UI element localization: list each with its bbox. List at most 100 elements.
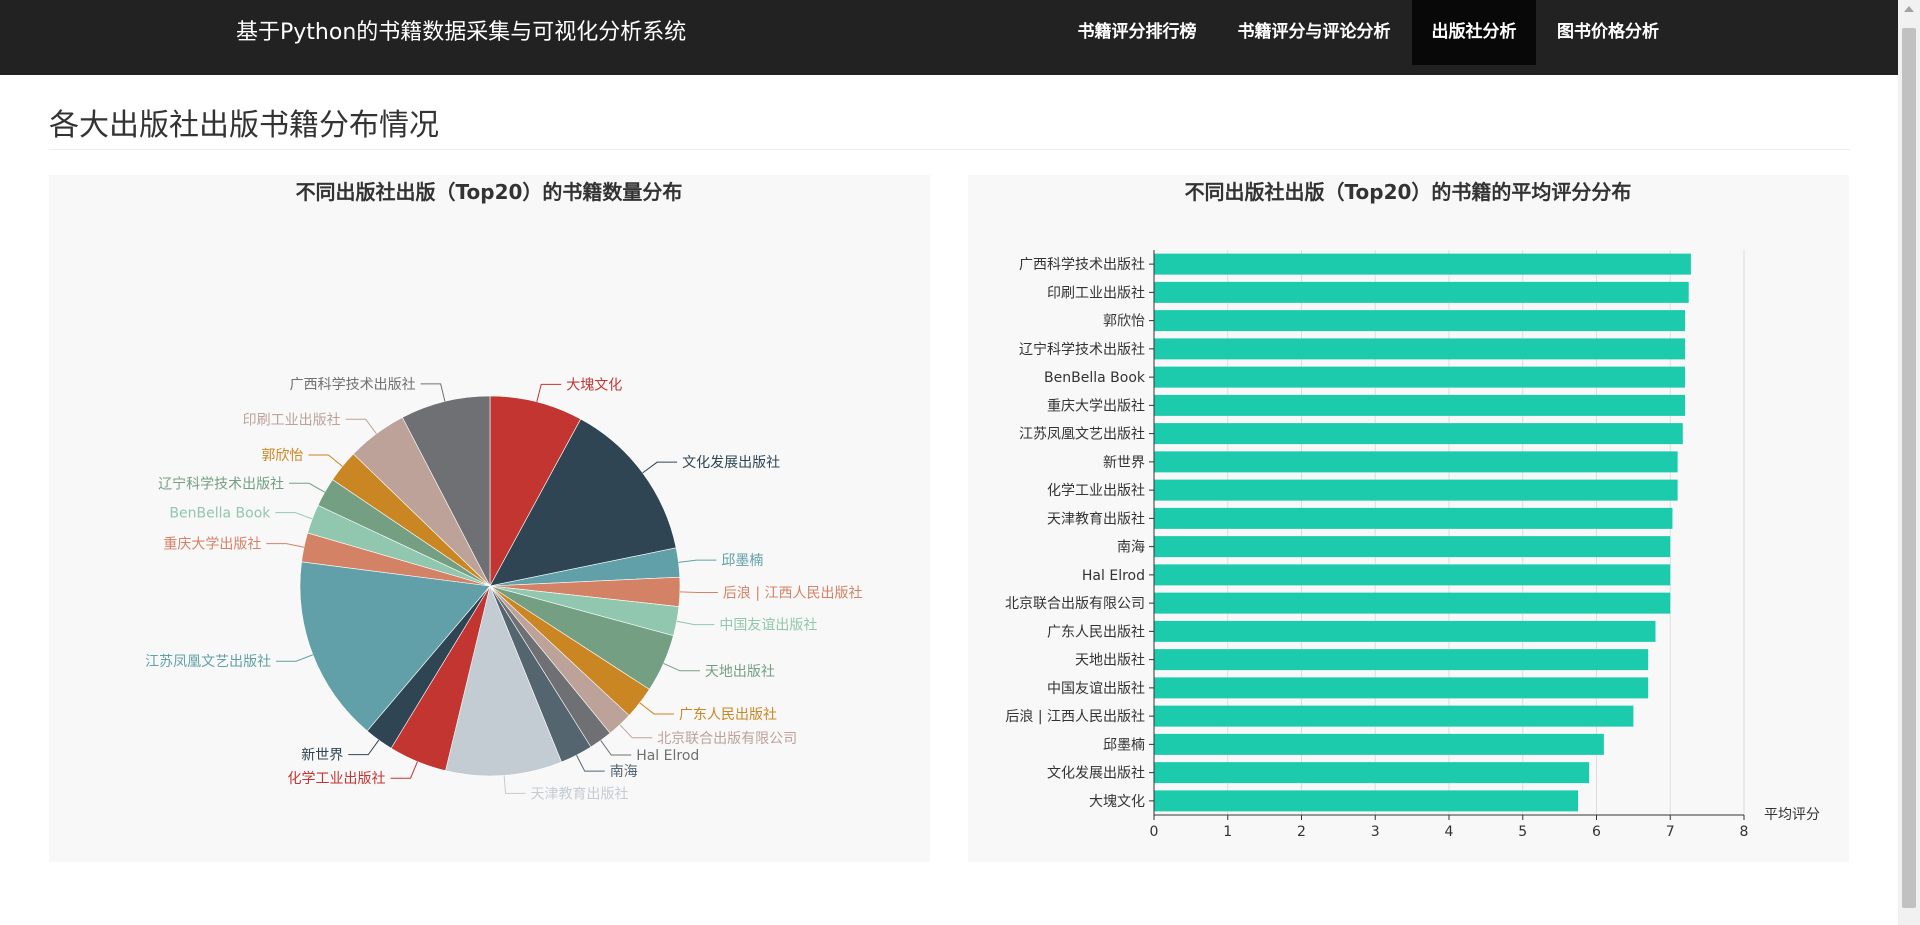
bar-x-tick-label: 1 — [1223, 824, 1232, 840]
pie-label-14: 重庆大学出版社 — [163, 537, 261, 553]
bar-6[interactable] — [1154, 423, 1683, 445]
scroll-up-arrow-icon[interactable] — [1904, 6, 1914, 12]
pie-label-line — [266, 543, 305, 548]
bar-category-label-1: 印刷工业出版社 — [1047, 285, 1145, 301]
bar-15[interactable] — [1154, 677, 1649, 699]
pie-label-line — [619, 724, 653, 739]
bar-category-label-14: 天地出版社 — [1075, 653, 1145, 669]
pie-label-line — [600, 740, 632, 756]
pie-label-0: 大塊文化 — [566, 377, 622, 393]
bar-category-label-15: 中国友谊出版社 — [1047, 681, 1145, 697]
bar-x-tick-label: 4 — [1445, 824, 1454, 840]
pie-label-10: 天津教育出版社 — [531, 786, 629, 802]
pie-label-12: 新世界 — [301, 748, 343, 764]
pie-label-line — [348, 739, 380, 756]
bar-9[interactable] — [1154, 507, 1673, 529]
bar-17[interactable] — [1154, 733, 1604, 755]
pie-label-line — [576, 754, 605, 772]
pie-label-benbella-book: BenBella Book — [169, 506, 271, 522]
pie-label-line — [289, 482, 326, 493]
pie-label-5: 天地出版社 — [705, 664, 775, 680]
bar-x-tick-label: 3 — [1371, 824, 1380, 840]
bar-category-label-18: 文化发展出版社 — [1047, 766, 1145, 782]
bar-14[interactable] — [1154, 649, 1649, 671]
bar-chart-panel: 不同出版社出版（Top20）的书籍的平均评分分布 0 1 2 3 4 5 6 7 8 广西科学技术… — [968, 175, 1849, 862]
bar-category-label-19: 大塊文化 — [1089, 794, 1145, 810]
pie-label-line — [390, 761, 418, 779]
bar-3[interactable] — [1154, 338, 1685, 360]
bar-category-label-5: 重庆大学出版社 — [1047, 398, 1145, 414]
bar-x-axis-label: 平均评分 — [1764, 807, 1820, 823]
pie-label-line — [308, 454, 343, 467]
bar-chart-title: 不同出版社出版（Top20）的书籍的平均评分分布 — [1185, 180, 1632, 204]
bar-0[interactable] — [1154, 253, 1691, 275]
bar-benbella-book[interactable] — [1154, 366, 1685, 388]
pie-label-6: 广东人民出版社 — [679, 707, 777, 723]
pie-label-line — [503, 775, 526, 794]
pie-label-17: 郭欣怡 — [261, 447, 303, 464]
bar-x-tick-label: 0 — [1150, 824, 1159, 840]
nav-item-rating-review-analysis[interactable]: 书籍评分与评论分析 — [1216, 0, 1412, 65]
bar-19[interactable] — [1154, 790, 1579, 812]
bar-1[interactable] — [1154, 281, 1689, 303]
pie-label-9: 南海 — [610, 764, 638, 780]
bar-10[interactable] — [1154, 536, 1671, 558]
pie-label-4: 中国友谊出版社 — [719, 618, 817, 634]
pie-label-line — [663, 663, 700, 672]
navbar: 基于Python的书籍数据采集与可视化分析系统 书籍评分排行榜 书籍评分与评论分… — [0, 0, 1898, 75]
pie-label-line — [676, 620, 715, 626]
bar-category-label-13: 广东人民出版社 — [1047, 624, 1145, 640]
bar-12[interactable] — [1154, 592, 1671, 614]
bar-category-label-hal-elrod: Hal Elrod — [1082, 568, 1145, 584]
bar-13[interactable] — [1154, 620, 1656, 642]
pie-chart-panel: 不同出版社出版（Top20）的书籍数量分布 大塊文化 文化发展出版社 邱墨楠 后浪 |… — [49, 175, 930, 862]
bar-5[interactable] — [1154, 394, 1685, 416]
scrollbar-thumb[interactable] — [1902, 28, 1916, 908]
pie-label-18: 印刷工业出版社 — [243, 412, 341, 428]
pie-label-line — [536, 383, 562, 402]
bar-category-label-7: 新世界 — [1103, 455, 1145, 471]
bar-category-label-12: 北京联合出版有限公司 — [1005, 596, 1145, 612]
bar-x-tick-label: 8 — [1740, 824, 1749, 840]
bar-category-label-3: 辽宁科学技术出版社 — [1019, 341, 1145, 358]
pie-label-7: 北京联合出版有限公司 — [657, 731, 797, 747]
bar-x-tick-label: 7 — [1666, 824, 1675, 840]
pie-label-line — [678, 559, 717, 563]
nav-item-book-rating-ranking[interactable]: 书籍评分排行榜 — [1058, 0, 1216, 65]
bar-category-label-2: 郭欣怡 — [1103, 313, 1145, 330]
pie-label-line — [275, 512, 313, 520]
bar-category-label-16: 后浪 | 江西人民出版社 — [1005, 709, 1145, 725]
pie-label-11: 化学工业出版社 — [288, 771, 386, 787]
page-title: 各大出版社出版书籍分布情况 — [49, 108, 439, 143]
bar-category-label-0: 广西科学技术出版社 — [1019, 257, 1145, 273]
pie-label-16: 辽宁科学技术出版社 — [158, 475, 284, 492]
pie-label-3: 后浪 | 江西人民出版社 — [723, 585, 863, 601]
bar-8[interactable] — [1154, 479, 1678, 501]
pie-label-2: 邱墨楠 — [721, 553, 763, 569]
pie-label-line — [642, 461, 678, 474]
pie-label-1: 文化发展出版社 — [682, 455, 780, 471]
bar-2[interactable] — [1154, 310, 1685, 332]
bar-category-label-17: 邱墨楠 — [1103, 737, 1145, 753]
bar-category-label-benbella-book: BenBella Book — [1044, 370, 1146, 386]
pie-label-line — [420, 383, 446, 402]
bar-category-label-9: 天津教育出版社 — [1047, 511, 1145, 527]
bar-chart: 不同出版社出版（Top20）的书籍的平均评分分布 0 1 2 3 4 5 6 7 8 广西科学技术… — [1005, 180, 1820, 840]
nav-item-publisher-analysis[interactable]: 出版社分析 — [1412, 0, 1536, 65]
bar-18[interactable] — [1154, 762, 1590, 784]
title-divider — [49, 149, 1850, 150]
bar-16[interactable] — [1154, 705, 1634, 727]
pie-label-line — [276, 654, 314, 662]
app-brand[interactable]: 基于Python的书籍数据采集与可视化分析系统 — [236, 0, 686, 75]
nav-item-book-price-analysis[interactable]: 图书价格分析 — [1536, 0, 1680, 65]
bar-category-label-6: 江苏凤凰文艺出版社 — [1019, 427, 1145, 443]
bar-category-label-10: 南海 — [1117, 540, 1145, 556]
bar-x-tick-label: 5 — [1518, 824, 1527, 840]
scrollbar[interactable] — [1898, 0, 1920, 925]
bar-hal-elrod[interactable] — [1154, 564, 1671, 586]
bar-x-tick-label: 6 — [1592, 824, 1601, 840]
bar-category-label-8: 化学工业出版社 — [1047, 483, 1145, 499]
pie-label-line — [345, 418, 377, 434]
bar-7[interactable] — [1154, 451, 1678, 473]
pie-chart: 不同出版社出版（Top20）的书籍数量分布 大塊文化文化发展出版社邱墨楠后浪 |… — [145, 180, 863, 802]
